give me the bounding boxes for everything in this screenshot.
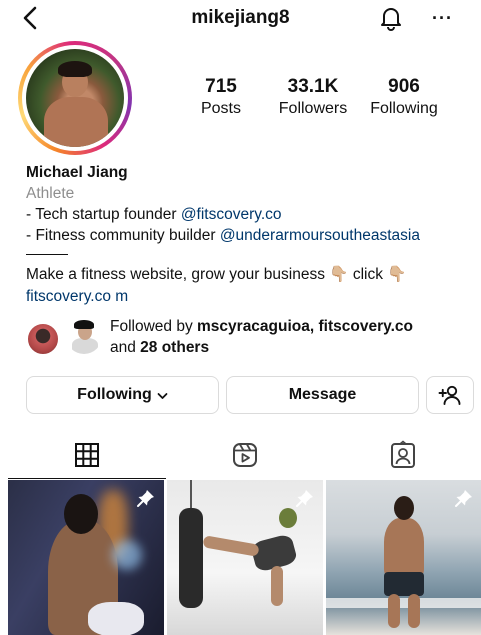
bio-line-3: Make a fitness website, grow your busine…: [26, 266, 407, 283]
story-ring[interactable]: [18, 41, 132, 155]
add-person-icon: [438, 385, 461, 405]
stat-posts-value: 715: [205, 76, 237, 97]
bio-mention-fitscovery[interactable]: @fitscovery.co: [181, 206, 282, 223]
pin-icon: [137, 490, 154, 507]
chevron-down-icon: [157, 392, 168, 399]
photo-head: [394, 496, 414, 520]
bio-mention-underarmour[interactable]: @underarmoursoutheastasia: [220, 227, 420, 244]
stat-followers-value: 33.1K: [287, 76, 339, 97]
post-thumbnail-2[interactable]: [167, 480, 323, 635]
photo-punching-bag: [179, 508, 203, 608]
followed-by-prefix: Followed by: [110, 318, 198, 335]
following-button-label: Following: [77, 386, 152, 403]
photo-light: [112, 540, 142, 570]
photo-kicker-head: [279, 508, 297, 528]
photo-kicker-leg: [202, 535, 260, 557]
photo-leg-right: [408, 594, 420, 628]
photo-figure: [384, 518, 424, 578]
bio-divider: [26, 254, 68, 255]
reels-icon[interactable]: [230, 440, 260, 470]
follower-avatar-2[interactable]: [66, 318, 102, 354]
profile-avatar: [26, 49, 124, 147]
bio-website-link[interactable]: fitscovery.co m: [26, 286, 128, 307]
message-button[interactable]: Message: [226, 376, 419, 414]
bell-icon[interactable]: [377, 4, 405, 32]
pin-icon: [455, 490, 472, 507]
stat-followers[interactable]: 33.1K Followers: [268, 76, 358, 118]
photo-leg-left: [388, 594, 400, 628]
bio-line-1: - Tech startup founder @fitscovery.co: [26, 204, 282, 225]
bio-line-2-text: - Fitness community builder: [26, 227, 220, 244]
photo-kicker-leg-2: [271, 566, 283, 606]
photo-glove: [88, 602, 144, 635]
avatar-border: [22, 45, 128, 151]
post-thumbnail-3[interactable]: [326, 480, 481, 635]
bio-line-2: - Fitness community builder @underarmour…: [26, 225, 420, 246]
post-thumbnail-1[interactable]: [8, 480, 164, 635]
grid-icon[interactable]: [72, 440, 102, 470]
followed-by-users: mscyracaguioa, fitscovery.co: [197, 318, 413, 335]
stat-following[interactable]: 906 Following: [359, 76, 449, 118]
profile-username: mikejiang8: [191, 7, 290, 28]
stat-following-label: Following: [370, 100, 438, 117]
profile-category: Athlete: [26, 185, 75, 202]
stat-followers-label: Followers: [278, 100, 348, 117]
top-bar: mikejiang8 ···: [0, 0, 481, 36]
stat-posts-label: Posts: [200, 100, 241, 117]
following-button[interactable]: Following: [26, 376, 219, 414]
profile-full-name: Michael Jiang: [26, 164, 128, 181]
add-person-button[interactable]: [426, 376, 474, 414]
stat-following-value: 906: [388, 76, 420, 97]
avatar-torso: [44, 97, 108, 147]
avatar-shirt: [72, 338, 98, 354]
avatar-hair: [58, 61, 92, 77]
photo-wave: [326, 598, 481, 608]
message-button-label: Message: [288, 386, 357, 403]
tagged-icon[interactable]: [388, 440, 418, 470]
photo-chain: [190, 480, 192, 508]
follower-avatar-1[interactable]: [26, 322, 60, 356]
followed-by-line-1[interactable]: Followed by mscyracaguioa, fitscovery.co: [110, 316, 413, 337]
followed-by-line-2[interactable]: and 28 others: [110, 337, 209, 358]
followed-by-others: 28 others: [140, 339, 210, 356]
stat-posts[interactable]: 715 Posts: [176, 76, 266, 118]
avatar-cap: [74, 320, 94, 329]
followed-by-and: and: [110, 339, 141, 356]
bio-line-1-text: - Tech startup founder: [26, 206, 181, 223]
photo-shorts: [384, 572, 424, 596]
photo-head: [64, 494, 98, 534]
more-options-icon[interactable]: ···: [432, 8, 460, 28]
active-tab-indicator: [8, 478, 166, 479]
pin-icon: [296, 490, 313, 507]
